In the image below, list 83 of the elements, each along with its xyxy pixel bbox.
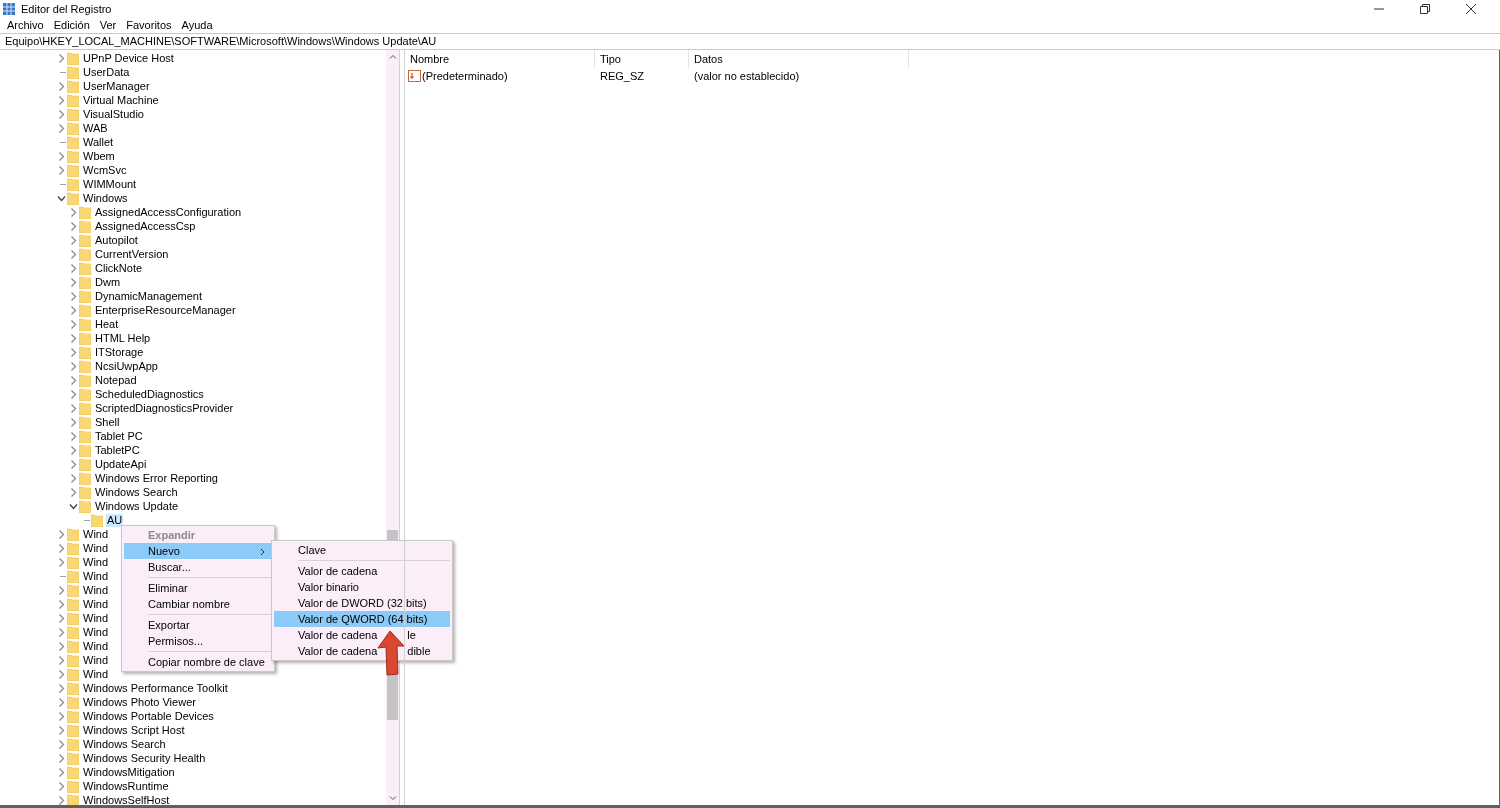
- tree-item[interactable]: Wbem: [82, 149, 116, 163]
- tree-item[interactable]: Wallet: [82, 135, 115, 149]
- tree-item[interactable]: UpdateApi: [94, 457, 148, 471]
- menu-bar-item[interactable]: Edición: [53, 17, 90, 34]
- menu-item[interactable]: Valor de QWORD (64 bits): [274, 611, 450, 627]
- tree-item[interactable]: Autopilot: [94, 233, 139, 247]
- tree-item[interactable]: Windows Update: [94, 499, 180, 513]
- tree-item[interactable]: WAB: [82, 121, 109, 135]
- tree-item[interactable]: Windows: [82, 191, 129, 205]
- value-data: (valor no establecido): [693, 68, 801, 84]
- tree-item[interactable]: Wind: [82, 639, 110, 653]
- tree-item[interactable]: WcmSvc: [82, 163, 128, 177]
- tree-item[interactable]: AU: [106, 513, 124, 527]
- tree-item[interactable]: WIMMount: [82, 177, 138, 191]
- tree-item[interactable]: Windows Script Host: [82, 723, 186, 737]
- column-header[interactable]: Nombre: [405, 50, 595, 68]
- menu-bar-item[interactable]: Archivo: [7, 17, 44, 34]
- value-name[interactable]: (Predeterminado): [422, 67, 508, 85]
- tree-item[interactable]: HTML Help: [94, 331, 152, 345]
- menu-bar-item[interactable]: Favoritos: [126, 17, 172, 34]
- menu-item-text: le: [407, 627, 416, 643]
- menu-item[interactable]: Eliminar: [124, 580, 272, 596]
- tree-item[interactable]: ITStorage: [94, 345, 145, 359]
- tree-item[interactable]: Shell: [94, 415, 121, 429]
- tree-item[interactable]: Wind: [82, 555, 110, 569]
- tree-item[interactable]: Windows Security Health: [82, 751, 207, 765]
- tree-item[interactable]: Notepad: [94, 373, 138, 387]
- tree-item[interactable]: Wind: [82, 625, 110, 639]
- tree-item[interactable]: WindowsRuntime: [82, 779, 170, 793]
- column-header[interactable]: Datos: [689, 50, 909, 68]
- address-bar[interactable]: Equipo\HKEY_LOCAL_MACHINE\SOFTWARE\Microsoft\Windows\Windows Update\AU: [0, 33, 1500, 50]
- tree-item[interactable]: CurrentVersion: [94, 247, 170, 261]
- menu-item[interactable]: Permisos...: [124, 633, 272, 649]
- menu-item[interactable]: Valor de cadena: [274, 563, 450, 579]
- column-header[interactable]: Tipo: [595, 50, 689, 68]
- tree-item[interactable]: WindowsSelfHost: [82, 793, 171, 805]
- tree-item[interactable]: NcsiUwpApp: [94, 359, 159, 373]
- menu-bar-item[interactable]: Ver: [99, 17, 117, 34]
- menu-item[interactable]: Cambiar nombre: [124, 596, 272, 612]
- tree-item[interactable]: Windows Performance Toolkit: [82, 681, 229, 695]
- value-type: REG_SZ: [599, 68, 645, 84]
- tree-item[interactable]: Wind: [82, 583, 110, 597]
- menu-item[interactable]: Copiar nombre de clave: [124, 654, 272, 670]
- tree-item[interactable]: Virtual Machine: [82, 93, 160, 107]
- tree-item[interactable]: UserManager: [82, 79, 151, 93]
- menu-item[interactable]: Valor de cadena dible: [274, 643, 450, 659]
- menu-item[interactable]: Valor de cadena le: [274, 627, 450, 643]
- tree-item[interactable]: TabletPC: [94, 443, 141, 457]
- tree-item[interactable]: Wind: [82, 597, 110, 611]
- tree-item[interactable]: Windows Portable Devices: [82, 709, 215, 723]
- menu-item[interactable]: Clave: [274, 542, 450, 558]
- tree-item[interactable]: Wind: [82, 541, 110, 555]
- menu-bar-item[interactable]: Ayuda: [181, 17, 213, 34]
- tree-item[interactable]: Wind: [82, 667, 110, 681]
- tree-item[interactable]: Heat: [94, 317, 120, 331]
- tree-item[interactable]: DynamicManagement: [94, 289, 203, 303]
- tree-item[interactable]: ScriptedDiagnosticsProvider: [94, 401, 235, 415]
- tree-item[interactable]: ClickNote: [94, 261, 144, 275]
- tree-item[interactable]: ScheduledDiagnostics: [94, 387, 205, 401]
- menu-item[interactable]: Nuevo: [124, 543, 272, 559]
- tree-item[interactable]: Wind: [82, 611, 110, 625]
- tree-item[interactable]: Dwm: [94, 275, 122, 289]
- window-title: Editor del Registro: [21, 1, 112, 17]
- tree-item[interactable]: Wind: [82, 569, 110, 583]
- menu-item[interactable]: Exportar: [124, 617, 272, 633]
- tree-item[interactable]: WindowsMitigation: [82, 765, 176, 779]
- tree-item[interactable]: Windows Search: [82, 737, 167, 751]
- tree-item[interactable]: Windows Search: [94, 485, 179, 499]
- tree-item[interactable]: Windows Photo Viewer: [82, 695, 197, 709]
- tree-item[interactable]: Tablet PC: [94, 429, 144, 443]
- tree-item[interactable]: Wind: [82, 653, 110, 667]
- tree-item[interactable]: UserData: [82, 65, 131, 79]
- menu-item[interactable]: Valor de DWORD (32 bits): [274, 595, 450, 611]
- tree-item[interactable]: VisualStudio: [82, 107, 145, 121]
- tree-item[interactable]: AssignedAccessCsp: [94, 219, 197, 233]
- tree-item[interactable]: AssignedAccessConfiguration: [94, 205, 243, 219]
- tree-item[interactable]: Windows Error Reporting: [94, 471, 219, 485]
- tree-item[interactable]: EnterpriseResourceManager: [94, 303, 237, 317]
- menu-item[interactable]: Buscar...: [124, 559, 272, 575]
- menu-item-text: dible: [407, 643, 431, 659]
- menu-item[interactable]: Valor binario: [274, 579, 450, 595]
- tree-item[interactable]: UPnP Device Host: [82, 51, 175, 65]
- tree-item[interactable]: Wind: [82, 527, 110, 541]
